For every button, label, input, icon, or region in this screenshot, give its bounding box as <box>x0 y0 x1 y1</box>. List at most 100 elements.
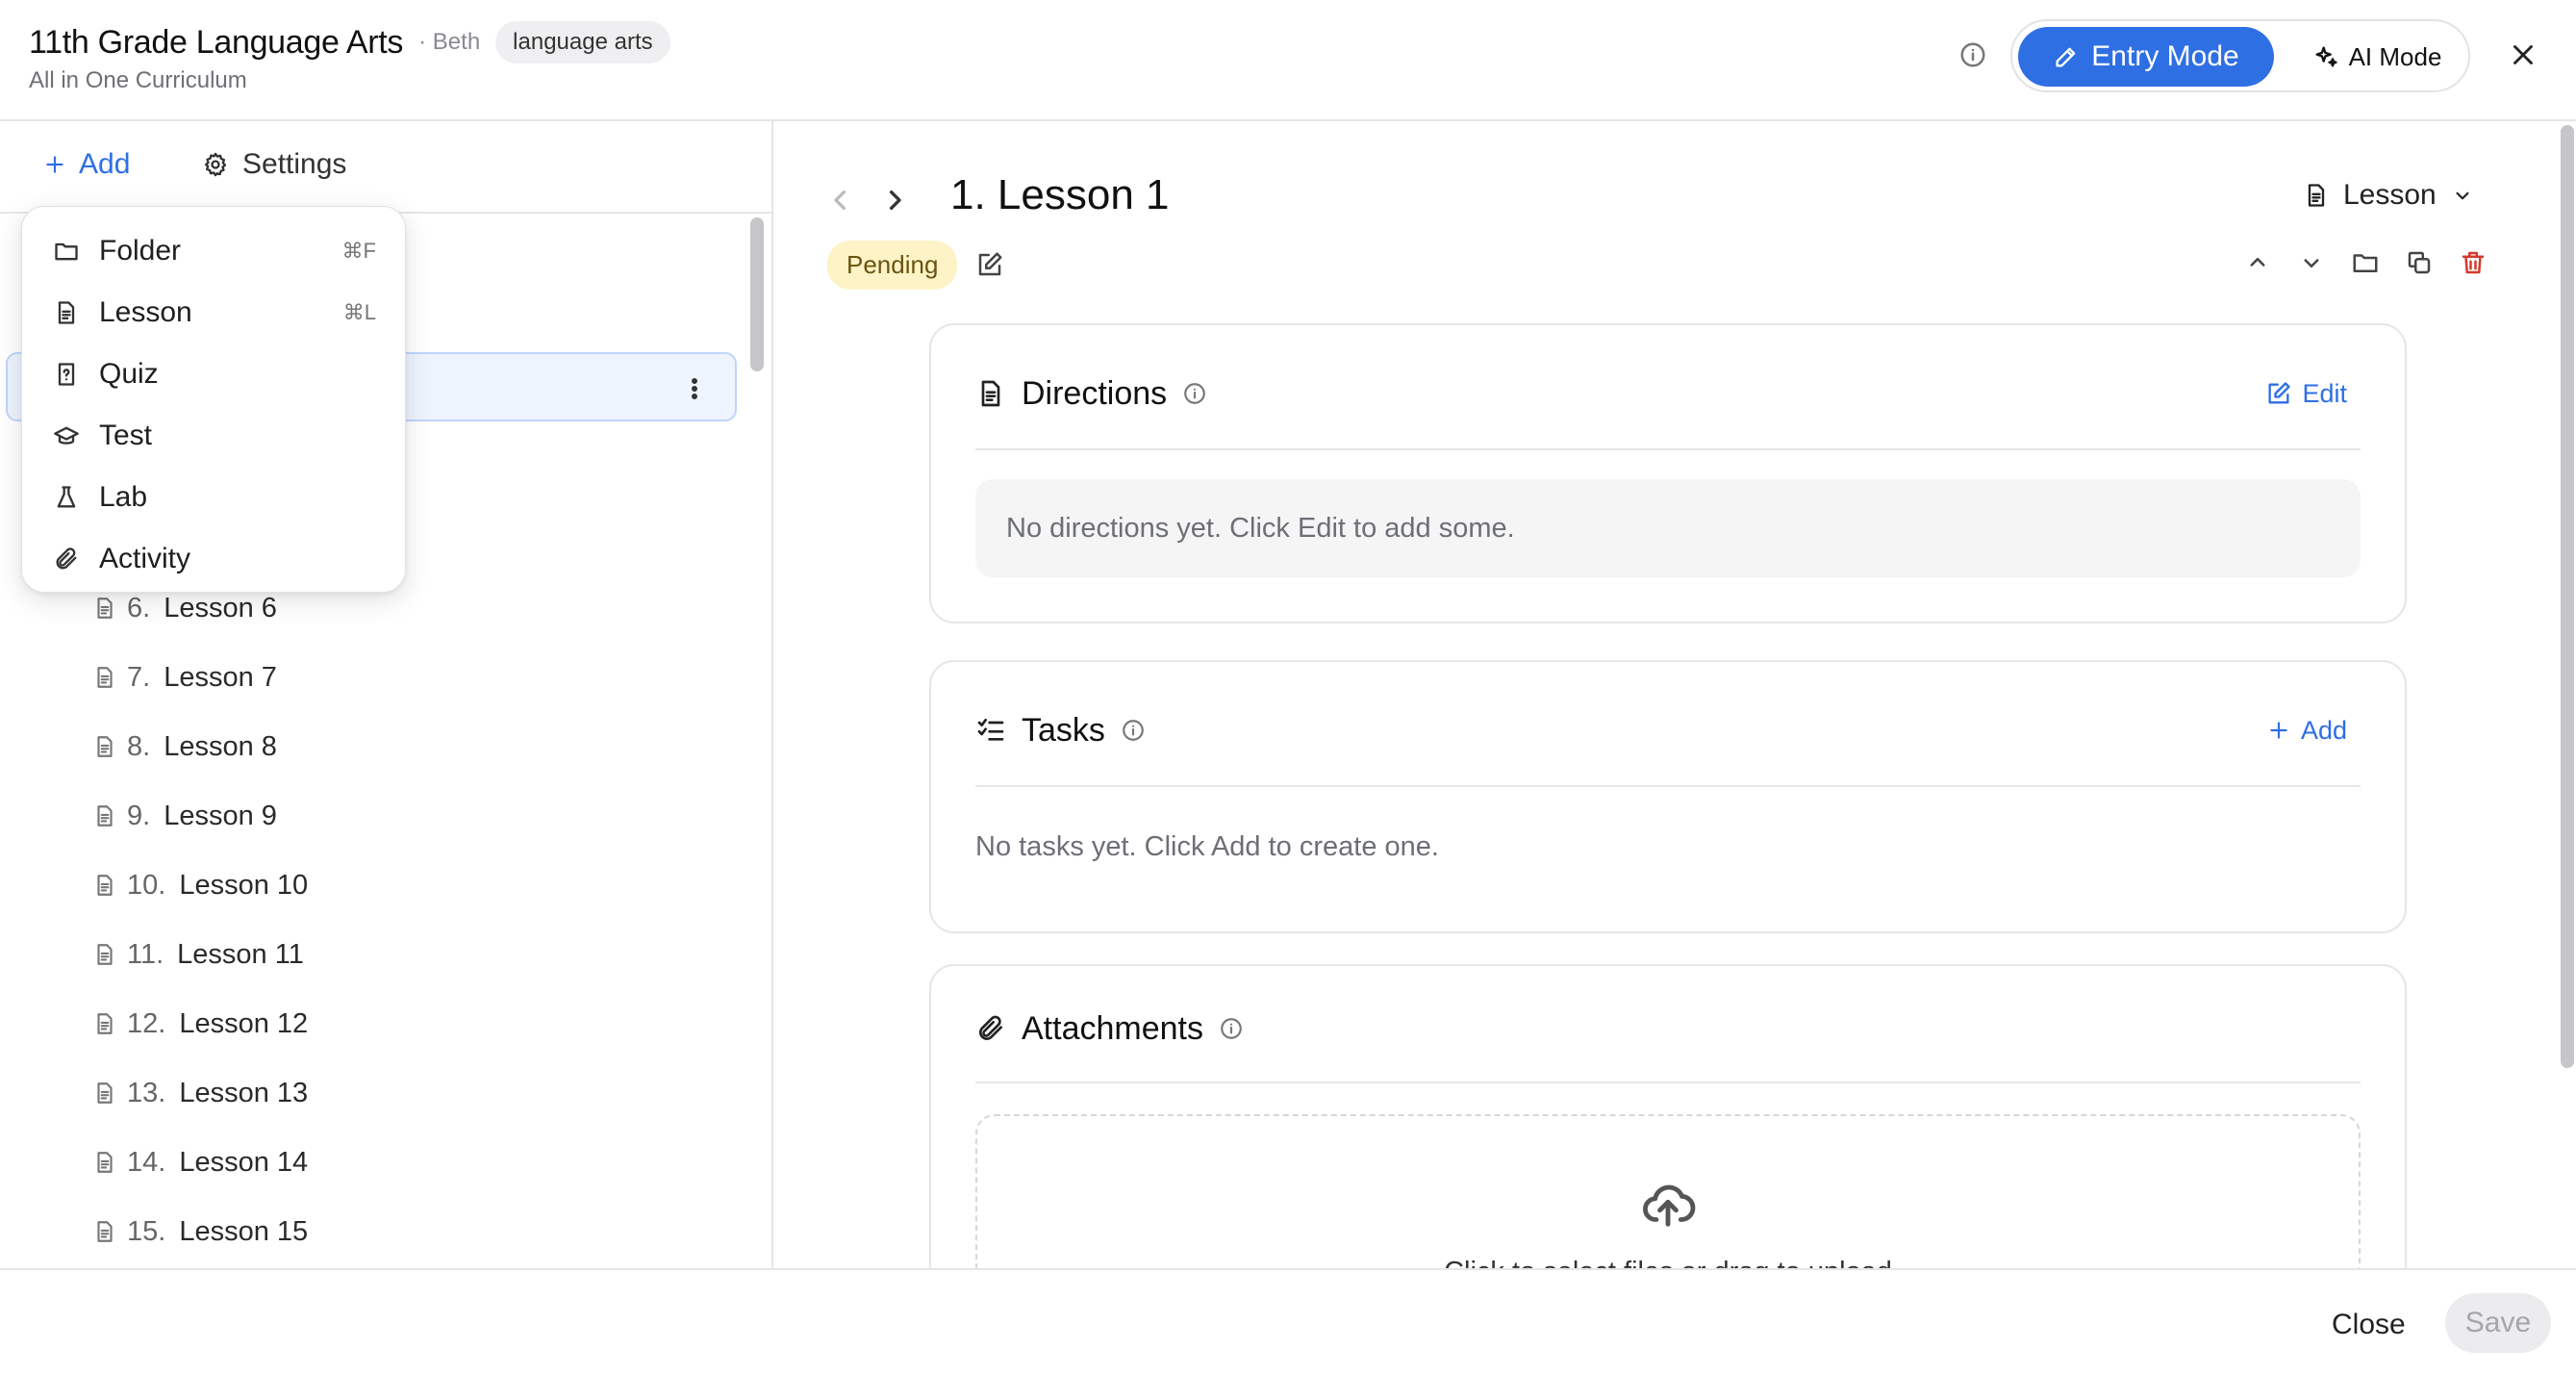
entry-mode-label: Entry Mode <box>2091 40 2239 72</box>
tree-item-label: Lesson 13 <box>179 1077 309 1108</box>
outline-toolbar: Add Settings <box>0 121 771 214</box>
paperclip-icon <box>975 1013 1006 1044</box>
divider <box>975 785 2361 787</box>
close-button[interactable]: Close <box>2332 1309 2406 1341</box>
quiz-icon <box>53 361 80 388</box>
item-actions <box>2243 248 2488 277</box>
tree-item-number: 11. <box>127 938 164 970</box>
settings-button[interactable]: Settings <box>202 148 346 181</box>
chevron-up-icon[interactable] <box>2243 248 2272 277</box>
tree-item-number: 15. <box>127 1215 166 1247</box>
upload-dropzone[interactable]: Click to select files or drag to upload <box>975 1114 2361 1268</box>
tree-item-label: Lesson 9 <box>164 800 277 831</box>
entry-mode-button[interactable]: Entry Mode <box>2018 27 2274 87</box>
item-type-label: Lesson <box>2343 179 2437 211</box>
tree-item-label: Lesson 11 <box>177 938 304 970</box>
tasks-empty-text: No tasks yet. Click Add to create one. <box>975 831 1439 862</box>
tree-item[interactable]: 8. Lesson 8 <box>92 725 277 768</box>
tree-item-label: Lesson 14 <box>179 1146 309 1178</box>
add-button[interactable]: Add <box>42 148 130 181</box>
document-icon <box>92 1218 117 1245</box>
menu-item-label: Folder <box>99 235 182 267</box>
owner-label: · Beth <box>418 29 481 55</box>
document-icon <box>92 595 117 622</box>
info-icon[interactable] <box>1182 381 1207 406</box>
flask-icon <box>53 484 80 511</box>
ai-mode-button[interactable]: AI Mode <box>2291 27 2462 87</box>
tree-item-number: 14. <box>127 1146 166 1178</box>
chevron-down-icon <box>2450 183 2475 208</box>
menu-item-label: Quiz <box>99 358 159 390</box>
attachments-title: Attachments <box>1022 1009 1203 1047</box>
tasks-header: Tasks Add <box>975 708 2361 752</box>
tree-item-label: Lesson 12 <box>179 1007 309 1039</box>
menu-item-folder[interactable]: Folder ⌘F <box>22 220 405 282</box>
divider <box>975 448 2361 450</box>
editor-panel: 1. Lesson 1 Lesson Pending Directions Ed… <box>775 121 2576 1268</box>
checklist-icon <box>975 715 1006 746</box>
tree-item[interactable]: 14. Lesson 14 <box>92 1141 308 1183</box>
mode-toggle: Entry Mode AI Mode <box>2010 19 2470 92</box>
sparkles-icon <box>2312 43 2339 70</box>
add-menu: Folder ⌘F Lesson ⌘L Quiz Test Lab Activi… <box>21 206 406 593</box>
tree-item-number: 10. <box>127 869 166 901</box>
more-vertical-icon[interactable] <box>683 375 706 402</box>
directions-edit-label: Edit <box>2302 378 2347 408</box>
tree-item[interactable]: 13. Lesson 13 <box>92 1072 308 1114</box>
menu-item-quiz[interactable]: Quiz <box>22 344 405 405</box>
course-subtitle: All in One Curriculum <box>29 67 247 93</box>
header: 11th Grade Language Arts · Beth language… <box>0 0 2576 121</box>
document-icon <box>53 299 80 326</box>
tree-item-label: Lesson 8 <box>164 730 277 762</box>
graduation-cap-icon <box>53 422 80 449</box>
info-icon[interactable] <box>1121 718 1146 743</box>
menu-item-test[interactable]: Test <box>22 405 405 467</box>
folder-icon <box>53 238 80 265</box>
add-label: Add <box>79 148 131 180</box>
menu-item-shortcut: ⌘F <box>341 239 376 263</box>
chevron-left-icon[interactable] <box>821 181 860 219</box>
paperclip-icon <box>53 546 80 572</box>
menu-item-activity[interactable]: Activity <box>22 528 405 590</box>
pencil-icon <box>2053 43 2080 70</box>
save-button[interactable]: Save <box>2445 1293 2551 1353</box>
copy-icon[interactable] <box>2405 248 2434 277</box>
outline-scrollbar[interactable] <box>750 217 764 371</box>
menu-item-lesson[interactable]: Lesson ⌘L <box>22 282 405 344</box>
menu-item-shortcut: ⌘L <box>342 300 376 324</box>
chevron-down-icon[interactable] <box>2297 248 2326 277</box>
tasks-card: Tasks Add No tasks yet. Click Add to cre… <box>929 660 2407 933</box>
tree-item[interactable]: 10. Lesson 10 <box>92 864 308 906</box>
tree-item[interactable]: 12. Lesson 12 <box>92 1003 308 1045</box>
plus-icon <box>2266 718 2291 743</box>
tasks-add-button[interactable]: Add <box>2266 716 2347 746</box>
info-icon[interactable] <box>1958 40 1987 69</box>
menu-item-label: Lesson <box>99 296 192 328</box>
menu-item-lab[interactable]: Lab <box>22 467 405 528</box>
tree-item-label: Lesson 10 <box>179 869 309 901</box>
directions-empty-state: No directions yet. Click Edit to add som… <box>975 479 2361 577</box>
directions-title: Directions <box>1022 374 1168 412</box>
move-to-folder-icon[interactable] <box>2351 248 2380 277</box>
editor-scrollbar[interactable] <box>2561 125 2574 1068</box>
tree-item[interactable]: 6. Lesson 6 <box>92 587 277 629</box>
directions-edit-button[interactable]: Edit <box>2265 379 2347 409</box>
tree-item[interactable]: 11. Lesson 11 <box>92 933 304 976</box>
edit-icon[interactable] <box>975 250 1004 279</box>
attachments-card: Attachments Click to select files or dra… <box>929 964 2407 1268</box>
document-icon <box>92 1010 117 1037</box>
close-icon[interactable] <box>2507 38 2539 71</box>
tree-item[interactable]: 15. Lesson 15 <box>92 1210 308 1253</box>
cloud-upload-icon <box>1640 1178 1696 1234</box>
footer: Close Save <box>0 1268 2576 1374</box>
lesson-title: 1. Lesson 1 <box>950 171 1170 218</box>
trash-icon[interactable] <box>2459 248 2488 277</box>
item-type-select[interactable]: Lesson <box>2303 179 2475 212</box>
settings-label: Settings <box>242 148 347 180</box>
chevron-right-icon[interactable] <box>875 181 914 219</box>
info-icon[interactable] <box>1219 1016 1244 1041</box>
tree-item[interactable]: 9. Lesson 9 <box>92 795 277 837</box>
upload-text: Click to select files or drag to upload <box>977 1257 2359 1268</box>
tree-item[interactable]: 7. Lesson 7 <box>92 656 277 699</box>
edit-icon <box>2265 380 2292 407</box>
